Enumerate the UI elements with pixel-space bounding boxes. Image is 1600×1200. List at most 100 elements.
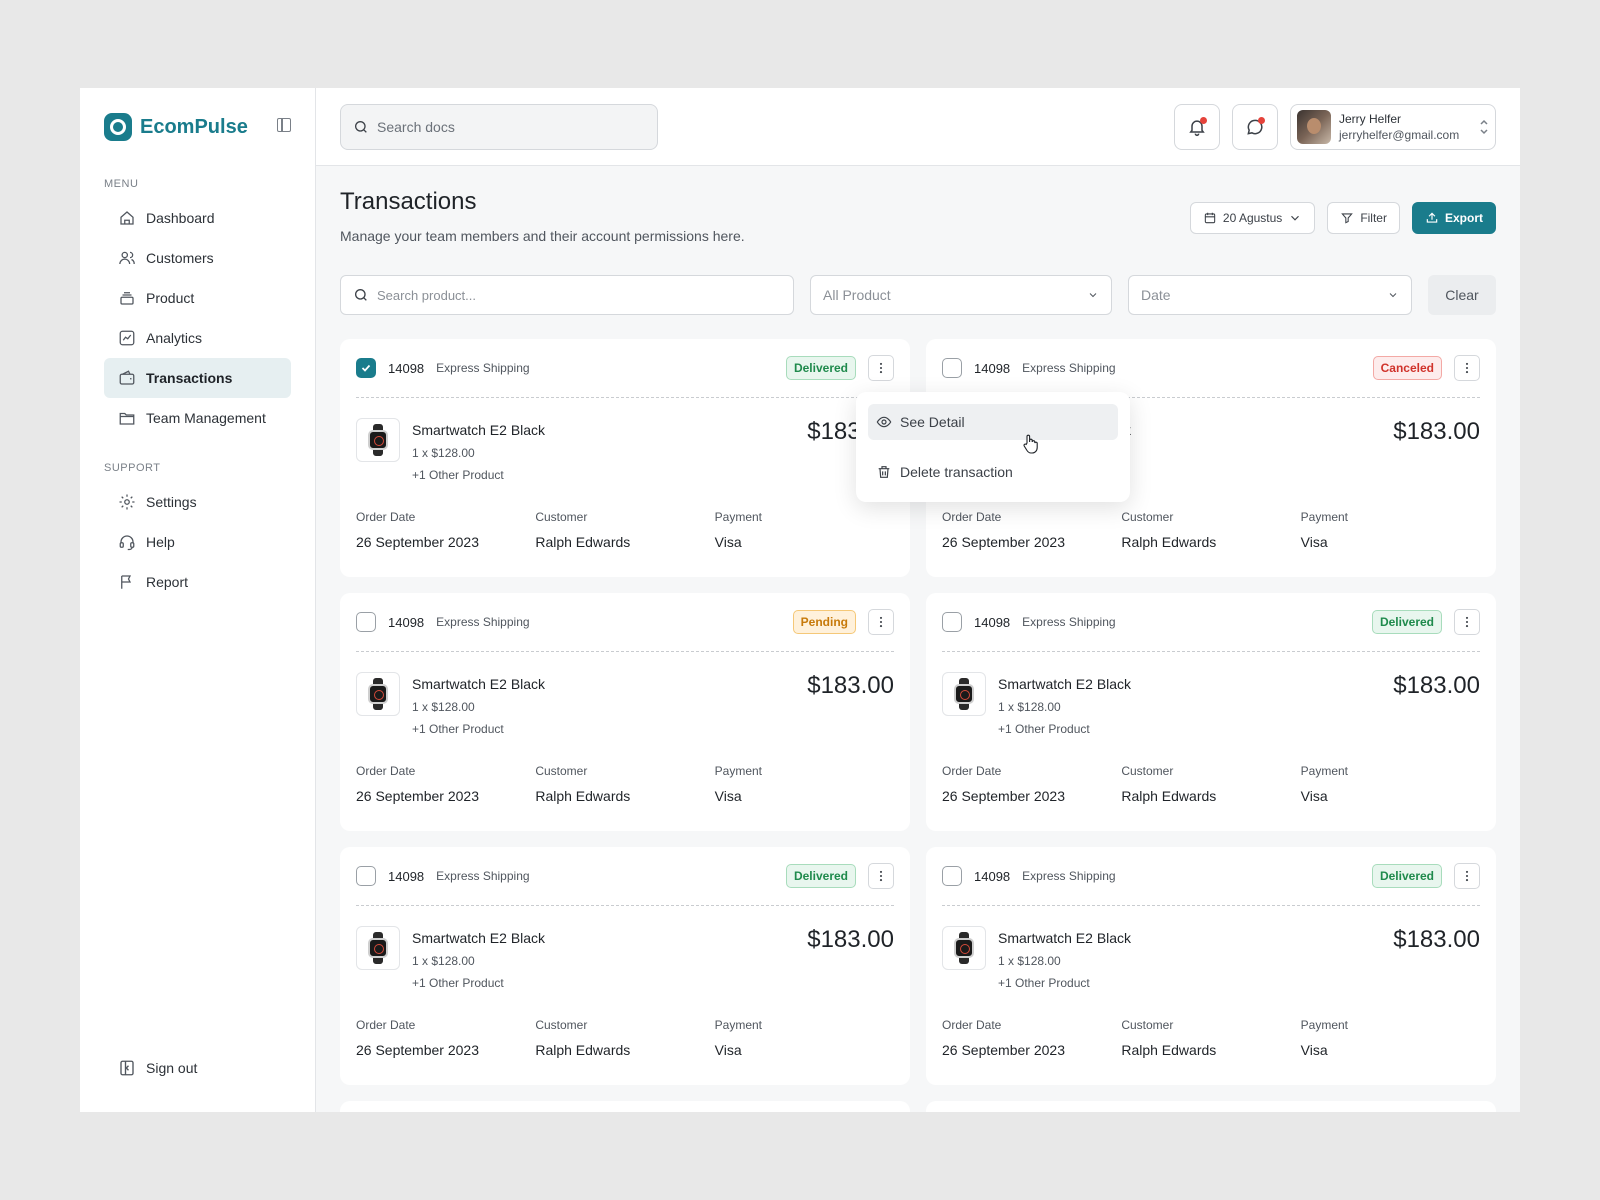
- menu-section-label: MENU: [104, 178, 139, 190]
- order-date-value: 26 September 2023: [356, 788, 479, 804]
- headset-icon: [119, 535, 135, 551]
- more-vertical-icon: [1465, 362, 1469, 374]
- select-checkbox[interactable]: [942, 612, 962, 632]
- flag-icon: [121, 575, 132, 589]
- sidebar-item-label: Product: [146, 290, 195, 306]
- delete-transaction-menu-item[interactable]: Delete transaction: [868, 454, 1118, 490]
- order-date-label: Order Date: [942, 510, 1002, 524]
- nav-menu: Dashboard Customers Product Analytics Transa…: [104, 198, 291, 438]
- customer-label: Customer: [1121, 510, 1174, 524]
- card-divider: [356, 905, 894, 906]
- sidebar-item-analytics[interactable]: Analytics: [104, 318, 291, 358]
- customer-value: Ralph Edwards: [535, 788, 631, 804]
- product-select[interactable]: All Product: [810, 275, 1112, 315]
- smartwatch-icon: [367, 932, 389, 964]
- order-id: 14098: [388, 614, 425, 630]
- notifications-button[interactable]: [1174, 103, 1220, 150]
- transaction-card-partial: [926, 1101, 1496, 1112]
- customer-label: Customer: [1121, 1018, 1174, 1032]
- transaction-card[interactable]: 14098 Express Shipping Delivered Smartwatch…: [340, 339, 910, 577]
- product-name: Smartwatch E2 Black: [998, 676, 1132, 692]
- see-detail-menu-item[interactable]: See Detail: [868, 404, 1118, 440]
- more-actions-button[interactable]: [868, 609, 894, 635]
- transaction-card[interactable]: 14098 Express Shipping Delivered Smartwatch…: [340, 847, 910, 1085]
- more-actions-button[interactable]: [1454, 863, 1480, 889]
- sign-out-button[interactable]: Sign out: [104, 1048, 292, 1088]
- sign-out-label: Sign out: [146, 1060, 198, 1076]
- select-checkbox[interactable]: [356, 358, 376, 378]
- sidebar-item-settings[interactable]: Settings: [104, 482, 291, 522]
- product-thumbnail: [942, 672, 986, 716]
- sidebar-item-help[interactable]: Help: [104, 522, 291, 562]
- more-actions-button[interactable]: [1454, 355, 1480, 381]
- sidebar-item-dashboard[interactable]: Dashboard: [104, 198, 291, 238]
- card-divider: [356, 397, 894, 398]
- sidebar-item-team-management[interactable]: Team Management: [104, 398, 291, 438]
- more-actions-button[interactable]: [868, 355, 894, 381]
- nav-support: Settings Help Report: [104, 482, 291, 602]
- calendar-icon: [1204, 212, 1216, 224]
- card-header: 14098 Express Shipping Delivered: [356, 355, 894, 381]
- product-summary: Smartwatch E2 Black 1 x $128.00 +1 Other P…: [356, 672, 894, 744]
- clear-filters-button[interactable]: Clear: [1428, 275, 1496, 315]
- order-total: $183.00: [1393, 418, 1480, 445]
- export-button[interactable]: Export: [1411, 202, 1496, 234]
- customer-label: Customer: [535, 510, 588, 524]
- order-meta: Order Date 26 September 2023 Customer Ralph…: [942, 764, 1480, 804]
- transaction-card[interactable]: 14098 Express Shipping Delivered Smartwatch…: [926, 847, 1496, 1085]
- order-date-label: Order Date: [942, 764, 1002, 778]
- smartwatch-icon: [367, 424, 389, 456]
- order-meta: Order Date 26 September 2023 Customer Ralph…: [356, 1018, 894, 1058]
- sidebar-collapse-icon[interactable]: [277, 118, 291, 132]
- brand-logo-icon: [104, 113, 132, 141]
- payment-value: Visa: [714, 788, 742, 804]
- gear-icon: [119, 494, 135, 510]
- card-header: 14098 Express Shipping Canceled: [942, 355, 1480, 381]
- filter-button[interactable]: Filter: [1327, 202, 1400, 234]
- product-name: Smartwatch E2 Black: [998, 930, 1132, 946]
- sidebar-item-transactions[interactable]: Transactions: [104, 358, 291, 398]
- page-header: Transactions Manage your team members an…: [340, 188, 745, 244]
- select-checkbox[interactable]: [942, 866, 962, 886]
- more-actions-button[interactable]: [868, 863, 894, 889]
- sidebar-item-label: Help: [146, 534, 175, 550]
- date-select[interactable]: Date: [1128, 275, 1412, 315]
- product-quantity: 1 x $128.00: [412, 954, 475, 968]
- topbar: Search docs Jerry Helfer jerryhelfer@gma…: [316, 88, 1520, 166]
- customer-label: Customer: [1121, 764, 1174, 778]
- messages-button[interactable]: [1232, 103, 1278, 150]
- users-icon: [119, 251, 135, 265]
- check-icon: [361, 364, 371, 372]
- order-id: 14098: [974, 360, 1011, 376]
- card-header: 14098 Express Shipping Delivered: [942, 609, 1480, 635]
- other-products: +1 Other Product: [998, 722, 1090, 736]
- order-meta: Order Date 26 September 2023 Customer Ralph…: [942, 1018, 1480, 1058]
- export-label: Export: [1444, 211, 1483, 225]
- main-content: Search docs Jerry Helfer jerryhelfer@gma…: [316, 88, 1520, 1112]
- sidebar-item-report[interactable]: Report: [104, 562, 291, 602]
- product-quantity: 1 x $128.00: [998, 954, 1061, 968]
- order-date-label: Order Date: [356, 1018, 416, 1032]
- eye-icon: [876, 416, 892, 428]
- sidebar-item-label: Analytics: [146, 330, 203, 346]
- date-picker-button[interactable]: 20 Agustus: [1189, 202, 1316, 234]
- transaction-card[interactable]: 14098 Express Shipping Delivered Smartwatch…: [926, 593, 1496, 831]
- select-checkbox[interactable]: [356, 612, 376, 632]
- order-date-value: 26 September 2023: [942, 788, 1065, 804]
- search-docs-input[interactable]: Search docs: [340, 103, 658, 150]
- select-checkbox[interactable]: [942, 358, 962, 378]
- shipping-method: Express Shipping: [436, 361, 530, 375]
- more-vertical-icon: [879, 616, 883, 628]
- user-menu[interactable]: Jerry Helfer jerryhelfer@gmail.com: [1290, 103, 1496, 150]
- brand[interactable]: EcomPulse: [104, 112, 291, 142]
- hand-cursor-icon: [1023, 434, 1038, 454]
- header-actions: 20 Agustus Filter Export: [1189, 202, 1496, 234]
- page-subtitle: Manage your team members and their accou…: [340, 228, 745, 244]
- sidebar-item-customers[interactable]: Customers: [104, 238, 291, 278]
- select-checkbox[interactable]: [356, 866, 376, 886]
- sidebar-item-product[interactable]: Product: [104, 278, 291, 318]
- transaction-card[interactable]: 14098 Express Shipping Pending Smartwatch E…: [340, 593, 910, 831]
- more-actions-button[interactable]: [1454, 609, 1480, 635]
- customer-value: Ralph Edwards: [1121, 1042, 1217, 1058]
- product-search-input[interactable]: Search product...: [340, 275, 794, 315]
